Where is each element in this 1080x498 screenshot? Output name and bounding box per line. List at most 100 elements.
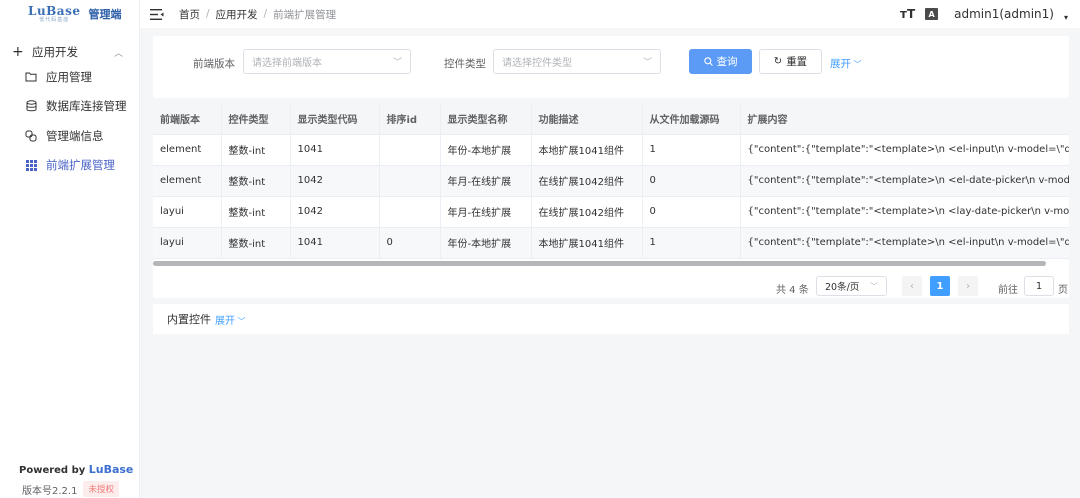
- query-button-label: 查询: [716, 56, 738, 68]
- expand-label: 展开: [830, 58, 851, 70]
- column-header[interactable]: 显示类型代码: [290, 103, 380, 135]
- breadcrumb-home[interactable]: 首页: [179, 7, 200, 22]
- link-icon: [25, 130, 37, 142]
- table-cell: [379, 196, 441, 228]
- menu-group-label: 应用开发: [32, 45, 78, 59]
- logo-mark: LuBase 低代码基座: [28, 5, 80, 23]
- breadcrumb-separator: /: [206, 8, 210, 20]
- table-cell: 0: [642, 196, 741, 228]
- table-row[interactable]: layui 整数-int 1042 年月-在线扩展 在线扩展1042组件 0 {…: [153, 196, 1069, 228]
- sidebar-item-admin-info[interactable]: 管理端信息: [0, 121, 139, 151]
- table-cell: 整数-int: [221, 227, 291, 259]
- table-cell: 1042: [290, 165, 380, 197]
- column-header[interactable]: 从文件加载源码: [642, 103, 741, 135]
- menu-fold-icon[interactable]: [150, 8, 164, 20]
- table-cell: {"content":{"template":"<template>\n <el…: [740, 165, 1069, 197]
- table-scroll-area[interactable]: 前端版本 控件类型 显示类型代码 排序id 显示类型名称 功能描述 从文件加载源…: [153, 103, 1069, 259]
- page-size-select[interactable]: 20条/页 ﹀: [816, 276, 887, 296]
- search-icon: [703, 57, 713, 66]
- logo-subtitle: 低代码基座: [39, 17, 70, 23]
- unauthorized-badge: 未授权: [83, 481, 119, 497]
- version-select[interactable]: 请选择前端版本 ﹀: [243, 49, 411, 74]
- reset-button-label: 重置: [786, 56, 808, 68]
- table-cell: [379, 134, 441, 166]
- grid-icon: [25, 159, 37, 171]
- table-cell: {"content":{"template":"<template>\n <el…: [740, 227, 1069, 259]
- sidebar-item-label: 前端扩展管理: [46, 158, 115, 173]
- chevron-down-icon: ﹀: [870, 281, 878, 291]
- column-header[interactable]: 控件类型: [221, 103, 291, 135]
- menu-group-header[interactable]: + 应用开发 ︿: [0, 42, 139, 62]
- table-cell: 1: [642, 227, 741, 259]
- next-page-button[interactable]: ›: [958, 276, 978, 296]
- table-cell: 1041: [290, 134, 380, 166]
- table-cell: 1: [642, 134, 741, 166]
- column-header[interactable]: 功能描述: [531, 103, 643, 135]
- type-select[interactable]: 请选择控件类型 ﹀: [493, 49, 661, 74]
- table-cell: 年月-在线扩展: [440, 196, 532, 228]
- horizontal-scrollbar[interactable]: [153, 260, 1069, 266]
- column-header[interactable]: 扩展内容: [740, 103, 1069, 135]
- translate-icon[interactable]: A: [925, 8, 939, 20]
- column-header[interactable]: 前端版本: [153, 103, 222, 135]
- breadcrumb-app-dev[interactable]: 应用开发: [216, 7, 258, 22]
- sidebar-item-app-manage[interactable]: 应用管理: [0, 62, 139, 92]
- table-row[interactable]: layui 整数-int 1041 0 年份-本地扩展 本地扩展1041组件 1…: [153, 227, 1069, 259]
- version-select-placeholder: 请选择前端版本: [252, 58, 322, 69]
- scrollbar-thumb[interactable]: [153, 261, 1046, 266]
- logo[interactable]: LuBase 低代码基座 管理端: [0, 0, 139, 28]
- table-cell: 本地扩展1041组件: [531, 134, 643, 166]
- font-size-icon[interactable]: тT: [900, 7, 915, 21]
- prev-page-button[interactable]: ‹: [902, 276, 922, 296]
- expand-filters-link[interactable]: 展开 ﹀: [830, 56, 862, 71]
- table-cell: 整数-int: [221, 134, 291, 166]
- sidebar-item-frontend-ext[interactable]: 前端扩展管理: [0, 151, 139, 181]
- powered-brand[interactable]: LuBase: [89, 463, 134, 476]
- table-cell: 本地扩展1041组件: [531, 227, 643, 259]
- page-size-value: 20条/页: [825, 282, 860, 293]
- builtin-controls-card: 内置控件 展开 ﹀: [153, 304, 1069, 334]
- caret-down-icon[interactable]: ▾: [1064, 13, 1068, 22]
- page-number-1[interactable]: 1: [930, 276, 950, 296]
- top-header: 首页 / 应用开发 / 前端扩展管理 тT A admin1(admin1) ▾: [140, 0, 1080, 28]
- sidebar-item-db-connection[interactable]: 数据库连接管理: [0, 92, 139, 122]
- user-menu[interactable]: admin1(admin1): [954, 7, 1054, 21]
- chevron-up-icon: ︿: [113, 48, 123, 59]
- sidebar: LuBase 低代码基座 管理端 + 应用开发 ︿ 应用管理 数据库连接管理 管…: [0, 0, 140, 498]
- version-label: 前端版本: [193, 58, 235, 70]
- query-button[interactable]: 查询: [689, 49, 752, 74]
- sidebar-item-label: 应用管理: [46, 69, 92, 84]
- database-icon: [25, 100, 37, 112]
- menu-group-app-dev: + 应用开发 ︿ 应用管理 数据库连接管理 管理端信息 前端扩展管理: [0, 42, 139, 180]
- goto-page-input[interactable]: 1: [1024, 276, 1054, 296]
- app-title: 管理端: [88, 8, 122, 21]
- table-cell: 在线扩展1042组件: [531, 165, 643, 197]
- table-cell: element: [153, 165, 222, 197]
- goto-label: 前往: [998, 285, 1018, 296]
- builtin-expand-link[interactable]: 展开 ﹀: [215, 312, 246, 327]
- version-text: 版本号2.2.1: [22, 485, 78, 497]
- column-header[interactable]: 显示类型名称: [440, 103, 532, 135]
- sidebar-item-label: 数据库连接管理: [46, 99, 127, 114]
- table-cell: 1042: [290, 196, 380, 228]
- chevron-down-icon: ﹀: [851, 60, 862, 69]
- extension-table-card: 前端版本 控件类型 显示类型代码 排序id 显示类型名称 功能描述 从文件加载源…: [153, 103, 1069, 298]
- sidebar-item-label: 管理端信息: [46, 128, 104, 143]
- table-row[interactable]: element 整数-int 1042 年月-在线扩展 在线扩展1042组件 0…: [153, 165, 1069, 197]
- refresh-icon: ↻: [773, 56, 783, 67]
- breadcrumb-separator: /: [263, 8, 268, 20]
- reset-button[interactable]: ↻ 重置: [759, 49, 822, 74]
- table-cell: 0: [379, 227, 441, 259]
- plus-icon: +: [12, 44, 24, 60]
- type-select-placeholder: 请选择控件类型: [502, 58, 572, 69]
- column-header[interactable]: 排序id: [379, 103, 441, 135]
- logo-text: LuBase: [28, 4, 81, 18]
- table-cell: 年份-本地扩展: [440, 227, 532, 259]
- table-cell: {"content":{"template":"<template>\n <el…: [740, 134, 1069, 166]
- type-label: 控件类型: [444, 58, 486, 70]
- table-cell: layui: [153, 227, 222, 259]
- table-cell: {"content":{"template":"<template>\n <la…: [740, 196, 1069, 228]
- breadcrumb-current: 前端扩展管理: [273, 8, 337, 21]
- table-row[interactable]: element 整数-int 1041 年份-本地扩展 本地扩展1041组件 1…: [153, 134, 1069, 166]
- builtin-title: 内置控件: [167, 313, 211, 326]
